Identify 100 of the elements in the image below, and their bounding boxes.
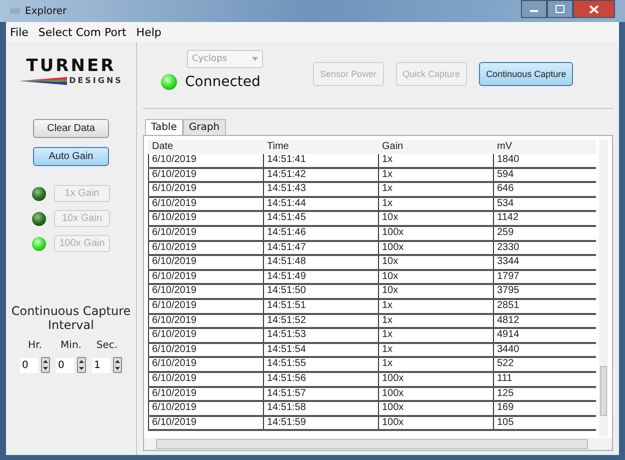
menu-item[interactable]: File — [10, 26, 28, 38]
table-cell: 100x — [378, 242, 493, 254]
table-cell: 6/10/2019 — [148, 372, 263, 386]
table-cell: 6/10/2019 — [148, 183, 263, 196]
table-cell: 6/10/2019 — [148, 226, 263, 240]
close-button[interactable] — [573, 0, 615, 18]
window-title: Explorer — [25, 6, 67, 16]
table-cell: 6/10/2019 — [148, 329, 263, 342]
table-cell: 6/10/2019 — [148, 242, 263, 254]
table-cell: 6/10/2019 — [148, 300, 263, 313]
menu-item[interactable]: Help — [136, 26, 162, 38]
table-cell: 1x — [378, 154, 493, 167]
table-cell: 14:51:48 — [263, 256, 378, 269]
table-cell: 14:51:51 — [263, 300, 378, 313]
table-cell: 4914 — [493, 329, 596, 342]
column-header[interactable]: mV — [493, 140, 596, 154]
table-cell: 259 — [493, 226, 596, 240]
table-cell: 1x — [378, 183, 493, 196]
table-cell: 111 — [493, 372, 596, 386]
number-field[interactable]: 1 — [92, 358, 110, 372]
table-cell: 1x — [378, 329, 493, 342]
table-cell: 6/10/2019 — [148, 285, 263, 298]
table-cell: 14:51:56 — [263, 372, 378, 386]
table-cell: 14:51:57 — [263, 388, 378, 400]
table-cell: 6/10/2019 — [148, 388, 263, 400]
table-cell: 6/10/2019 — [148, 198, 263, 210]
table-cell: 6/10/2019 — [148, 256, 263, 269]
table-cell: 14:51:47 — [263, 242, 378, 254]
table-cell: 3795 — [493, 285, 596, 298]
table-cell: 14:51:52 — [263, 314, 378, 328]
spinner-arrows-icon[interactable] — [41, 357, 50, 373]
table-cell: 6/10/2019 — [148, 212, 263, 225]
table-cell: 3344 — [493, 256, 596, 269]
number-field[interactable]: 0 — [56, 358, 74, 372]
table-cell: 100x — [378, 372, 493, 386]
toolbar-button[interactable]: Continuous Capture — [479, 62, 574, 86]
table-cell: 3440 — [493, 344, 596, 356]
table-cell: 6/10/2019 — [148, 154, 263, 167]
connection-status: Connected — [185, 74, 260, 90]
table-cell: 1x — [378, 344, 493, 356]
table-cell: 14:51:54 — [263, 344, 378, 356]
table-cell: 1x — [378, 358, 493, 371]
logo-stripes-icon — [19, 76, 68, 84]
table-cell: 6/10/2019 — [148, 314, 263, 328]
table-cell: 169 — [493, 402, 596, 415]
column-header[interactable]: Date — [148, 140, 263, 154]
table-cell: 14:51:49 — [263, 270, 378, 284]
table-cell: 14:51:42 — [263, 168, 378, 182]
spinner-label: Min. — [60, 340, 82, 351]
minimize-button[interactable] — [521, 0, 547, 18]
table-cell: 1x — [378, 314, 493, 328]
table-cell: 6/10/2019 — [148, 402, 263, 415]
table-cell: 594 — [493, 168, 596, 182]
column-header[interactable]: Time — [263, 140, 378, 154]
table-cell: 10x — [378, 270, 493, 284]
table-cell: 105 — [493, 416, 596, 430]
table-cell: 14:51:58 — [263, 402, 378, 415]
table-cell: 1x — [378, 198, 493, 210]
table-cell: 10x — [378, 256, 493, 269]
table-cell: 100x — [378, 388, 493, 400]
table-cell: 1x — [378, 168, 493, 182]
table-cell: 14:51:53 — [263, 329, 378, 342]
table-cell: 100x — [378, 226, 493, 240]
table-cell: 4812 — [493, 314, 596, 328]
table-cell: 14:51:45 — [263, 212, 378, 225]
table-cell: 14:51:43 — [263, 183, 378, 196]
table-cell: 10x — [378, 212, 493, 225]
column-header[interactable]: Gain — [378, 140, 493, 154]
table-cell: 6/10/2019 — [148, 270, 263, 284]
spinner-arrows-icon[interactable] — [113, 357, 122, 373]
tab[interactable]: Table — [145, 119, 183, 135]
table-cell: 14:51:59 — [263, 416, 378, 430]
table-cell: 6/10/2019 — [148, 168, 263, 182]
tab[interactable]: Graph — [182, 119, 226, 135]
panel-button[interactable]: Clear Data — [33, 119, 109, 138]
panel-button[interactable]: Auto Gain — [33, 147, 109, 166]
table-cell: 14:51:41 — [263, 154, 378, 167]
table-cell: 646 — [493, 183, 596, 196]
table-cell: 1x — [378, 300, 493, 313]
table-cell: 10x — [378, 285, 493, 298]
vertical-scrollbar[interactable] — [599, 140, 608, 436]
table-cell: 100x — [378, 416, 493, 430]
number-field[interactable]: 0 — [20, 358, 38, 372]
table-cell: 14:51:44 — [263, 198, 378, 210]
spinner-label: Hr. — [28, 340, 42, 351]
close-icon[interactable] — [589, 4, 599, 14]
interval-heading: Continuous Capture Interval — [11, 304, 131, 332]
table-cell: 6/10/2019 — [148, 358, 263, 371]
table-cell: 1142 — [493, 212, 596, 225]
app-icon — [10, 8, 20, 14]
menu-item[interactable]: Select Com Port — [38, 26, 126, 38]
table-cell: 534 — [493, 198, 596, 210]
table-cell: 2851 — [493, 300, 596, 313]
spinner-arrows-icon[interactable] — [77, 357, 86, 373]
maximize-button[interactable] — [547, 0, 573, 18]
horizontal-scrollbar[interactable] — [144, 438, 612, 450]
table-cell: 1840 — [493, 154, 596, 167]
table-cell: 2330 — [493, 242, 596, 254]
spinner-label: Sec. — [96, 340, 118, 351]
table-cell: 6/10/2019 — [148, 416, 263, 430]
